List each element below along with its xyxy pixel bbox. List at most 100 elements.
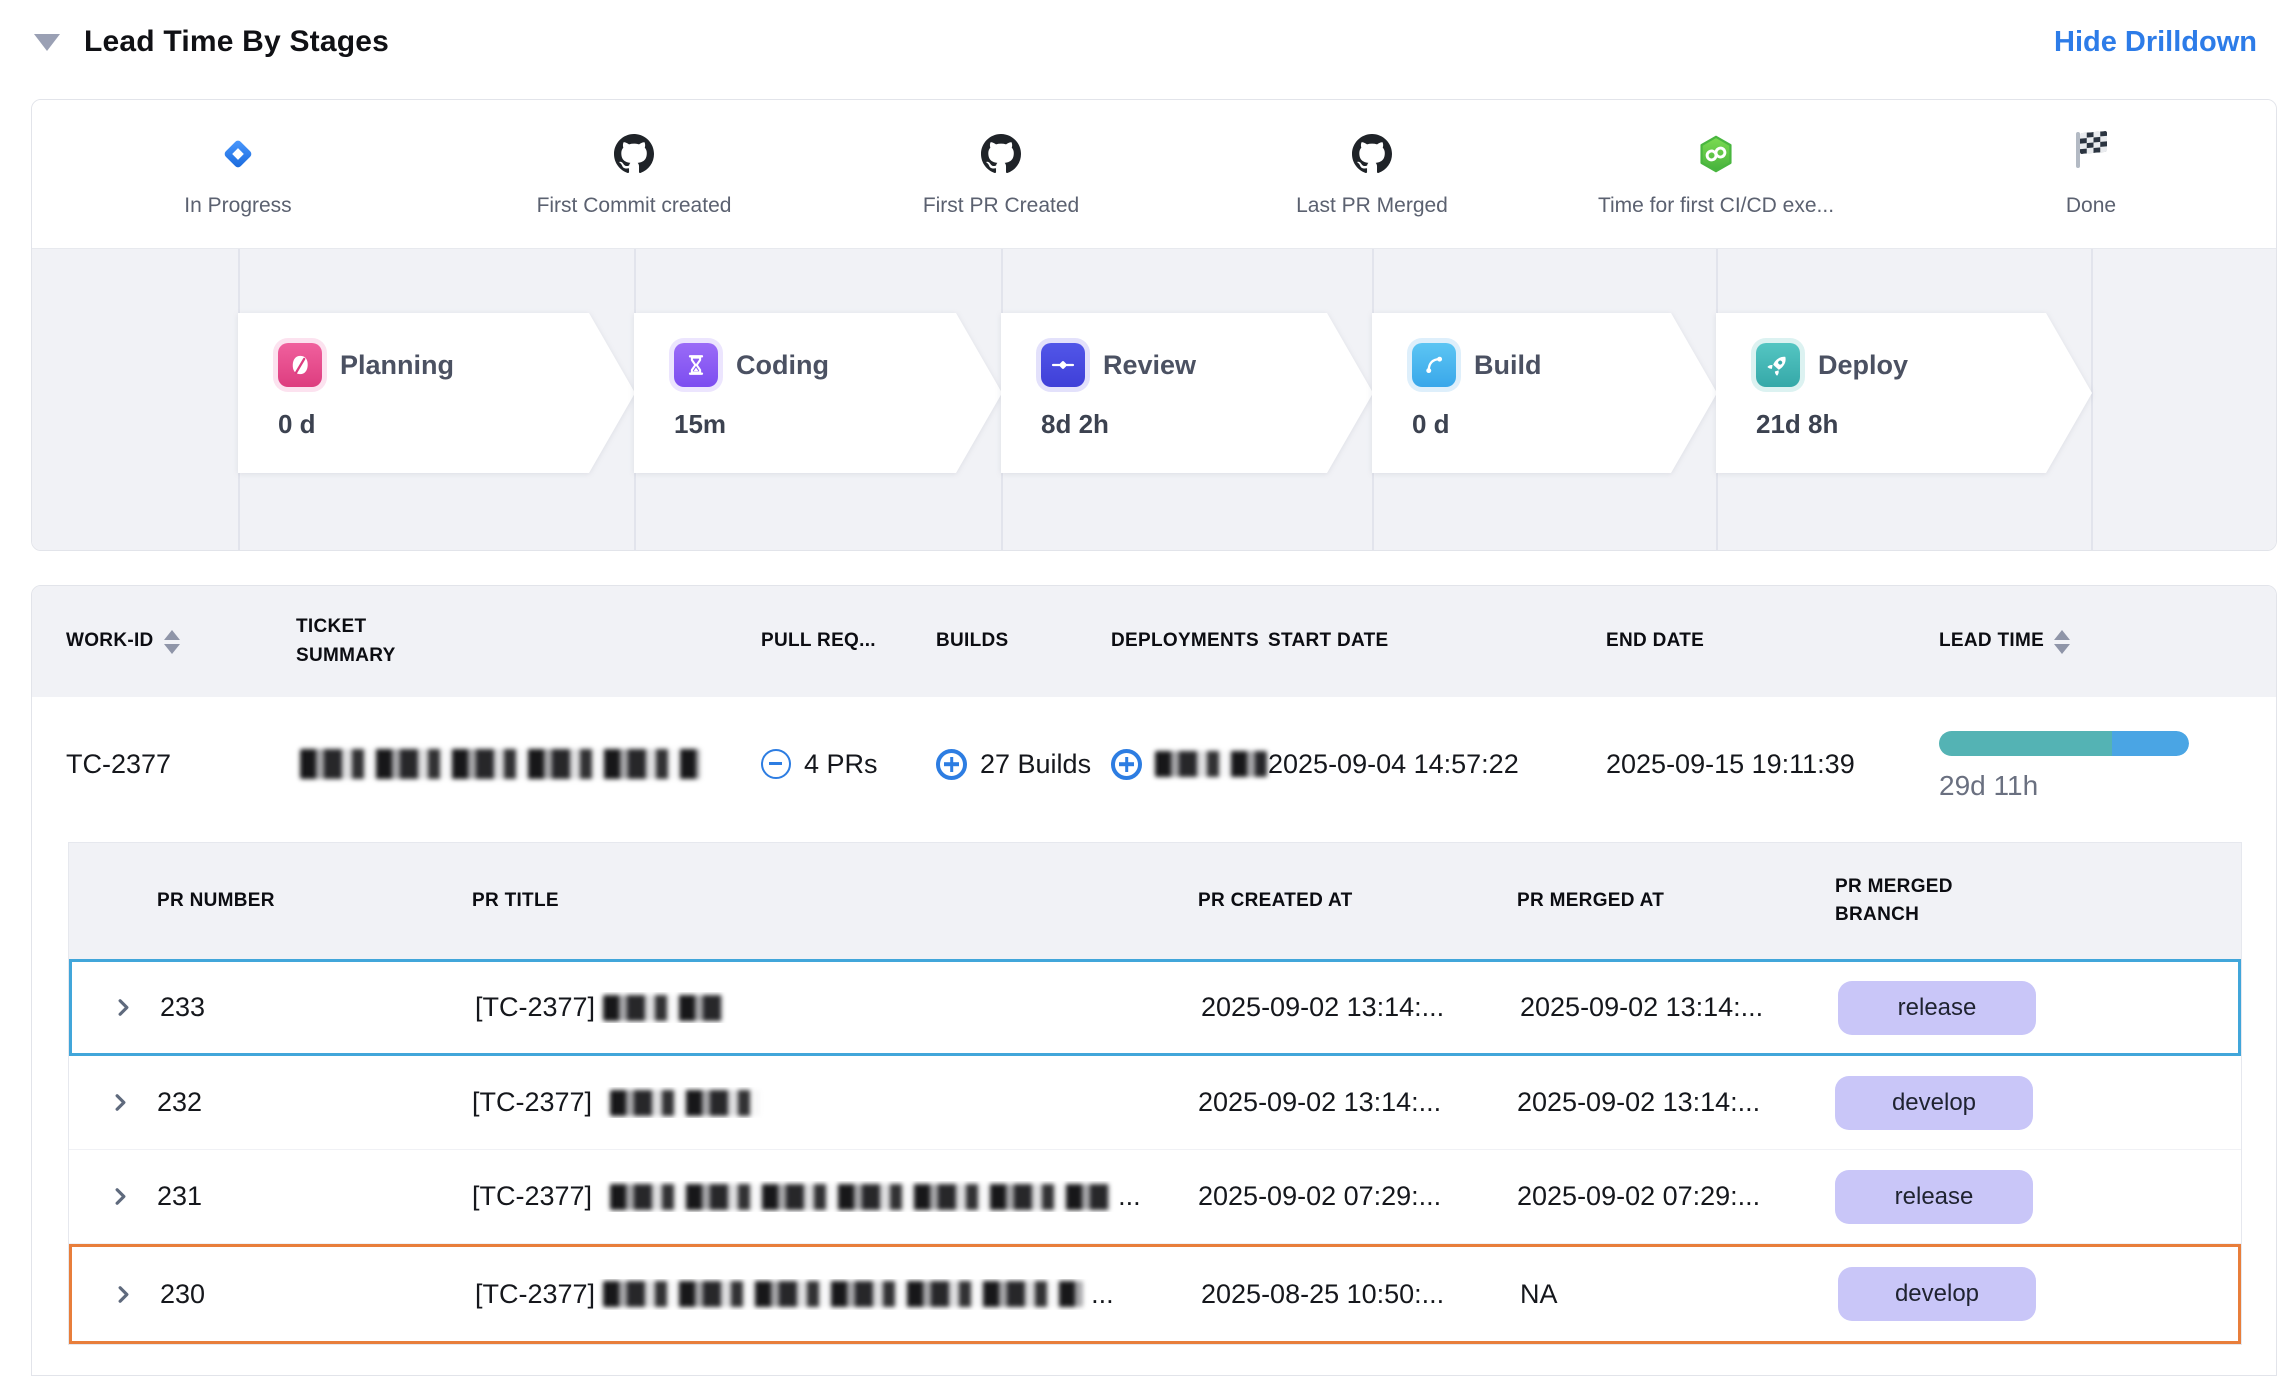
stage-name: Deploy — [1818, 350, 1908, 381]
pr-table-header: PR NUMBER PR TITLE PR CREATED AT PR MERG… — [69, 842, 2241, 959]
pr-number-cell: 232 — [157, 1087, 472, 1118]
hide-drilldown-link[interactable]: Hide Drilldown — [2054, 26, 2257, 59]
milestone-label: In Progress — [184, 194, 291, 218]
pr-title-cell: [TC-2377] ... — [472, 1181, 1198, 1212]
pr-title-ellipsis: ... — [1091, 1279, 1114, 1310]
pr-row-232[interactable]: 232 [TC-2377] 2025-09-02 13:14:... 2025-… — [69, 1056, 2241, 1150]
pr-row-231[interactable]: 231 [TC-2377] ... 2025-09-02 07:29:... 2… — [69, 1150, 2241, 1244]
pull-requests-cell: 4 PRs — [761, 749, 936, 780]
builds-count: 27 Builds — [980, 749, 1091, 780]
ticket-summary-cell — [296, 749, 761, 779]
lead-time-bar-blue-segment — [2112, 731, 2190, 756]
column-header-pr-merged-at: PR MERGED AT — [1517, 887, 1835, 916]
row-expander-chevron-icon[interactable] — [110, 994, 160, 1021]
redacted-pr-title — [610, 1184, 1110, 1210]
column-header-builds: BUILDS — [936, 627, 1111, 656]
branch-badge: release — [1835, 1170, 2033, 1224]
pr-row-233[interactable]: 233 [TC-2377] 2025-09-02 13:14:... 2025-… — [69, 959, 2241, 1056]
work-item-row[interactable]: TC-2377 4 PRs 27 Builds 2025-09-04 14:57… — [32, 697, 2276, 831]
row-expander-chevron-icon[interactable] — [110, 1281, 160, 1308]
expand-deployments-icon[interactable] — [1111, 749, 1142, 780]
stage-duration: 0 d — [1412, 409, 1717, 440]
column-header-pr-number: PR NUMBER — [157, 887, 472, 916]
pr-created-at-cell: 2025-09-02 13:14:... — [1201, 992, 1520, 1023]
pr-title-cell: [TC-2377] — [472, 1087, 1198, 1118]
column-header-lead-time[interactable]: LEAD TIME — [1939, 627, 2242, 656]
pr-title-prefix: [TC-2377] — [475, 1279, 595, 1310]
stage-chevron-review: Review 8d 2h — [1001, 313, 1373, 473]
pr-number-cell: 231 — [157, 1181, 472, 1212]
stage-name: Coding — [736, 350, 829, 381]
row-expander-chevron-icon[interactable] — [107, 1089, 157, 1116]
column-header-pr-merged-branch: PR MERGED BRANCH — [1835, 873, 2203, 930]
pr-merged-at-cell: NA — [1520, 1279, 1838, 1310]
pr-title-prefix: [TC-2377] — [472, 1087, 592, 1118]
pr-number-cell: 233 — [160, 992, 475, 1023]
branch-badge: develop — [1835, 1076, 2033, 1130]
lead-time-value: 29d 11h — [1939, 770, 2242, 802]
milestone-in-progress: In Progress — [31, 128, 448, 218]
redacted-pr-title — [610, 1090, 760, 1116]
sort-icon[interactable] — [2054, 630, 2070, 654]
column-header-work-id[interactable]: WORK-ID — [66, 627, 296, 656]
stage-chevron-coding: Coding 15m — [634, 313, 1002, 473]
pr-created-at-cell: 2025-08-25 10:50:... — [1201, 1279, 1520, 1310]
redacted-pr-title — [603, 995, 723, 1021]
stage-chevron-planning: Planning 0 d — [238, 313, 635, 473]
pr-title-ellipsis: ... — [1118, 1181, 1141, 1212]
pr-merged-branch-cell: develop — [1838, 1267, 2200, 1321]
pr-merged-branch-cell: release — [1835, 1170, 2203, 1224]
github-icon — [614, 128, 654, 180]
deployments-cell — [1111, 749, 1268, 780]
jira-icon — [218, 128, 258, 180]
deploy-icon — [1756, 343, 1800, 387]
review-icon — [1041, 343, 1085, 387]
stage-duration: 8d 2h — [1041, 409, 1373, 440]
sort-icon[interactable] — [164, 630, 180, 654]
build-icon — [1412, 343, 1456, 387]
column-header-pull-requests: PULL REQ... — [761, 627, 936, 656]
collapse-prs-icon[interactable] — [761, 749, 791, 779]
milestone-strip: In Progress First Commit created First P… — [32, 100, 2276, 248]
pr-title-cell: [TC-2377] ... — [475, 1279, 1201, 1310]
pr-merged-at-cell: 2025-09-02 07:29:... — [1517, 1181, 1835, 1212]
finish-flag-icon — [2069, 128, 2113, 180]
column-header-pr-created-at: PR CREATED AT — [1198, 887, 1517, 916]
branch-badge: develop — [1838, 1267, 2036, 1321]
column-header-end-date: END DATE — [1606, 627, 1939, 656]
pr-title-prefix: [TC-2377] — [472, 1181, 592, 1212]
row-expander-chevron-icon[interactable] — [107, 1183, 157, 1210]
pr-title-prefix: [TC-2377] — [475, 992, 595, 1023]
stage-zone: Planning 0 d — [32, 248, 2276, 551]
work-id-cell: TC-2377 — [66, 749, 296, 780]
work-table-header: WORK-ID TICKET SUMMARY PULL REQ... BUILD… — [32, 586, 2276, 697]
pr-row-230[interactable]: 230 [TC-2377] ... 2025-08-25 10:50:... N… — [69, 1244, 2241, 1344]
pr-created-at-cell: 2025-09-02 13:14:... — [1198, 1087, 1517, 1118]
pr-merged-branch-cell: release — [1838, 981, 2200, 1035]
coding-icon — [674, 343, 718, 387]
pr-table: PR NUMBER PR TITLE PR CREATED AT PR MERG… — [68, 842, 2242, 1345]
milestone-first-pr: First PR Created — [791, 128, 1211, 218]
stage-name: Review — [1103, 350, 1196, 381]
start-date-cell: 2025-09-04 14:57:22 — [1268, 749, 1606, 780]
collapse-triangle-icon[interactable] — [34, 34, 60, 51]
column-header-deployments: DEPLOYMENTS — [1111, 627, 1268, 656]
redacted-deployments — [1155, 751, 1267, 777]
milestone-first-commit: First Commit created — [424, 128, 844, 218]
redacted-pr-title — [603, 1281, 1083, 1307]
end-date-cell: 2025-09-15 19:11:39 — [1606, 749, 1939, 780]
stage-duration: 0 d — [278, 409, 635, 440]
stage-duration: 15m — [674, 409, 1002, 440]
section-header: Lead Time By Stages Hide Drilldown — [34, 20, 2257, 64]
pull-requests-count: 4 PRs — [804, 749, 878, 780]
planning-icon — [278, 343, 322, 387]
milestone-cicd: Time for first CI/CD exe... — [1506, 128, 1926, 218]
pr-merged-branch-cell: develop — [1835, 1076, 2203, 1130]
lead-time-drilldown-page: Lead Time By Stages Hide Drilldown In Pr… — [0, 0, 2291, 1376]
milestone-label: First PR Created — [923, 194, 1079, 218]
page-title: Lead Time By Stages — [84, 25, 389, 59]
milestone-label: Last PR Merged — [1296, 194, 1448, 218]
github-icon — [981, 128, 1021, 180]
stage-name: Build — [1474, 350, 1542, 381]
expand-builds-icon[interactable] — [936, 749, 967, 780]
